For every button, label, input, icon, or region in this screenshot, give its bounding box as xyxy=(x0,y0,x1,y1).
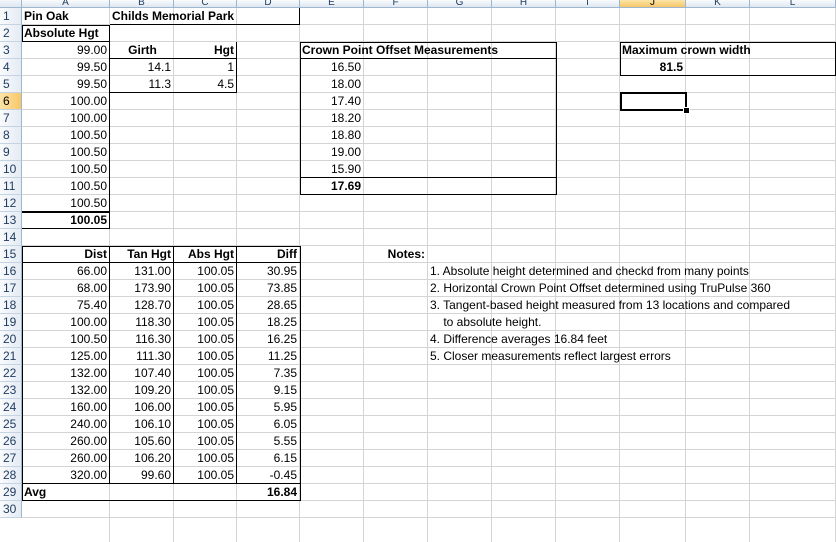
row-header-5[interactable]: 5 xyxy=(0,76,22,93)
row-header-8[interactable]: 8 xyxy=(0,127,22,144)
row-header-19[interactable]: 19 xyxy=(0,314,22,331)
note-line[interactable]: 4. Difference averages 16.84 feet xyxy=(430,331,827,348)
row-header-12[interactable]: 12 xyxy=(0,195,22,212)
absolute-height-value[interactable]: 100.50 xyxy=(24,195,109,212)
border-location-bottom xyxy=(110,24,300,25)
border-crown-box xyxy=(300,42,557,195)
cell-location[interactable]: Childs Memorial Park xyxy=(112,8,309,25)
column-header-C[interactable]: C xyxy=(174,0,237,8)
row-header-9[interactable]: 9 xyxy=(0,144,22,161)
border-tan-box xyxy=(22,246,301,501)
row-header-25[interactable]: 25 xyxy=(0,416,22,433)
border-crown-title-bottom xyxy=(300,58,556,59)
row-header-14[interactable]: 14 xyxy=(0,229,22,246)
row-header-15[interactable]: 15 xyxy=(0,246,22,263)
note-line[interactable]: 3. Tangent-based height measured from 13… xyxy=(430,297,827,314)
row-header-27[interactable]: 27 xyxy=(0,450,22,467)
border-girth-right xyxy=(236,42,237,93)
column-header-I[interactable]: I xyxy=(556,0,620,8)
column-header-F[interactable]: F xyxy=(364,0,428,8)
row-header-2[interactable]: 2 xyxy=(0,25,22,42)
gridline-row-12 xyxy=(22,211,836,212)
border-crown-avg-top xyxy=(300,177,556,178)
border-abs-avg-top xyxy=(22,211,110,213)
gridline-row-30 xyxy=(22,517,836,518)
row-header-10[interactable]: 10 xyxy=(0,161,22,178)
girth-value[interactable]: 11.3 xyxy=(112,76,173,93)
border-tan-avg-top xyxy=(22,483,300,484)
column-header-A[interactable]: A xyxy=(22,0,110,8)
row-header-30[interactable]: 30 xyxy=(0,501,22,518)
row-header-17[interactable]: 17 xyxy=(0,280,22,297)
row-header-7[interactable]: 7 xyxy=(0,110,22,127)
absolute-height-average[interactable]: 100.05 xyxy=(24,212,109,229)
absolute-height-value[interactable]: 100.50 xyxy=(24,144,109,161)
note-line[interactable]: 1. Absolute height determined and checkd… xyxy=(430,263,827,280)
girth-value[interactable]: 14.1 xyxy=(112,59,173,76)
border-tan-col-b xyxy=(173,246,174,484)
row-header-23[interactable]: 23 xyxy=(0,382,22,399)
absolute-height-value[interactable]: 100.00 xyxy=(24,93,109,110)
girth-hgt-value[interactable]: 1 xyxy=(176,59,236,76)
border-tan-col-c xyxy=(236,246,237,484)
column-header-J[interactable]: J xyxy=(620,0,686,8)
absolute-height-value[interactable]: 99.50 xyxy=(24,76,109,93)
border-location-right xyxy=(299,8,300,25)
absolute-height-value[interactable]: 100.50 xyxy=(24,178,109,195)
column-header-H[interactable]: H xyxy=(492,0,556,8)
row-header-6[interactable]: 6 xyxy=(0,93,22,110)
row-header-4[interactable]: 4 xyxy=(0,59,22,76)
border-abs-col-right xyxy=(109,42,110,229)
absolute-height-value[interactable]: 99.50 xyxy=(24,59,109,76)
column-header-E[interactable]: E xyxy=(300,0,364,8)
absolute-height-value[interactable]: 99.00 xyxy=(24,42,109,59)
selected-cell-J6[interactable] xyxy=(620,92,687,111)
column-header-B[interactable]: B xyxy=(110,0,174,8)
row-header-24[interactable]: 24 xyxy=(0,399,22,416)
girth-hgt-header[interactable]: Hgt xyxy=(176,42,236,59)
column-header-L[interactable]: L xyxy=(750,0,836,8)
row-header-13[interactable]: 13 xyxy=(0,212,22,229)
row-header-26[interactable]: 26 xyxy=(0,433,22,450)
row-header-20[interactable]: 20 xyxy=(0,331,22,348)
row-header-18[interactable]: 18 xyxy=(0,297,22,314)
note-line[interactable]: to absolute height. xyxy=(430,314,827,331)
row-header-29[interactable]: 29 xyxy=(0,484,22,501)
row-header-3[interactable]: 3 xyxy=(0,42,22,59)
row-header-1[interactable]: 1 xyxy=(0,8,22,25)
gridline-row-13 xyxy=(22,228,836,229)
row-header-16[interactable]: 16 xyxy=(0,263,22,280)
row-header-22[interactable]: 22 xyxy=(0,365,22,382)
absolute-height-value[interactable]: 100.50 xyxy=(24,127,109,144)
row-header-11[interactable]: 11 xyxy=(0,178,22,195)
row-header-21[interactable]: 21 xyxy=(0,348,22,365)
border-tan-header-bottom xyxy=(22,262,300,263)
column-header-K[interactable]: K xyxy=(686,0,750,8)
border-girth-bottom xyxy=(110,92,237,93)
fill-handle[interactable] xyxy=(683,107,690,114)
row-header-28[interactable]: 28 xyxy=(0,467,22,484)
note-line[interactable]: 2. Horizontal Crown Point Offset determi… xyxy=(430,280,827,297)
note-line[interactable]: 5. Closer measurements reflect largest e… xyxy=(430,348,827,365)
border-tan-col-a xyxy=(109,246,110,484)
column-header-G[interactable]: G xyxy=(428,0,492,8)
select-all-corner[interactable] xyxy=(0,0,22,8)
border-abs-avg-bottom xyxy=(22,228,110,229)
absolute-height-value[interactable]: 100.00 xyxy=(24,110,109,127)
absolute-height-value[interactable]: 100.50 xyxy=(24,161,109,178)
border-abs-hgt-label xyxy=(22,25,110,42)
girth-header[interactable]: Girth xyxy=(112,42,173,59)
notes-title[interactable]: Notes: xyxy=(366,246,427,263)
cell-species[interactable]: Pin Oak xyxy=(24,8,109,25)
spreadsheet-grid[interactable]: A B C D E F G H I J K L 1 2 3 4 5 6 7 8 9 10 11 12 13 14 15 16 17 18 1… xyxy=(0,0,836,542)
column-header-D[interactable]: D xyxy=(237,0,300,8)
girth-hgt-value[interactable]: 4.5 xyxy=(176,76,236,93)
border-max-crown-box xyxy=(620,42,836,76)
border-girth-header-bottom xyxy=(110,58,237,59)
